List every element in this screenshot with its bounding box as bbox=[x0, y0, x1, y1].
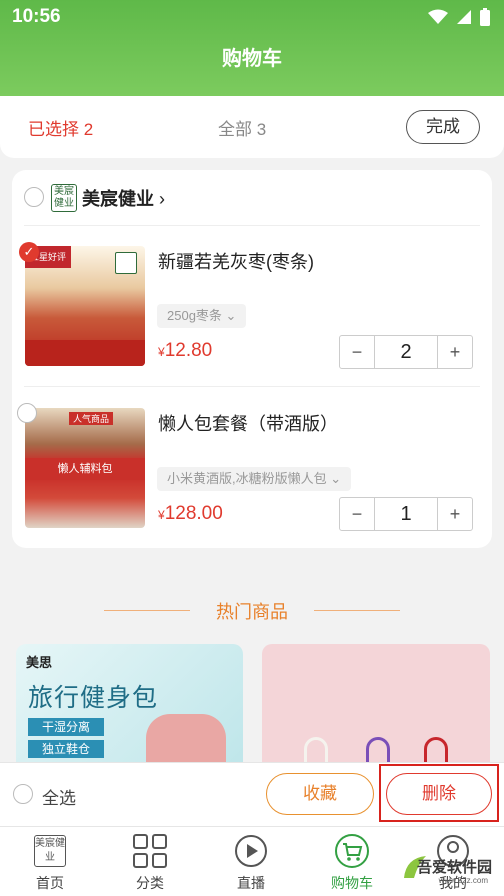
site-watermark: 吾爱软件园 www.52z.com bbox=[400, 838, 496, 888]
status-time: 10:56 bbox=[12, 6, 61, 27]
wifi-icon bbox=[428, 9, 448, 24]
store-name-link[interactable]: 美宸健业 › bbox=[82, 185, 165, 211]
chevron-down-icon: ⌄ bbox=[225, 308, 237, 323]
chevron-down-icon: ⌄ bbox=[330, 471, 342, 486]
increment-button[interactable]: + bbox=[438, 336, 472, 368]
select-all-radio[interactable] bbox=[13, 784, 33, 804]
store-logo-icon: 美宸健业 bbox=[51, 184, 77, 212]
tab-category[interactable]: 分类 bbox=[100, 827, 200, 896]
decrement-button[interactable]: − bbox=[340, 336, 374, 368]
divider bbox=[24, 225, 480, 226]
thumb-top-label: 人气商品 bbox=[69, 412, 114, 425]
store-name: 美宸健业 bbox=[82, 189, 154, 209]
highlight-frame bbox=[379, 764, 499, 822]
thumb-band: 懒人辅料包 bbox=[25, 458, 145, 480]
chevron-right-icon: › bbox=[159, 189, 166, 209]
divider bbox=[24, 386, 480, 387]
tab-home[interactable]: 美宸健业 首页 bbox=[0, 827, 100, 896]
quantity-value[interactable]: 2 bbox=[374, 336, 438, 368]
page-title: 购物车 bbox=[222, 48, 282, 70]
spec-label: 小米黄酒版,冰糖粉版懒人包 bbox=[167, 471, 327, 486]
thumb-footer bbox=[25, 340, 145, 366]
decrement-button[interactable]: − bbox=[340, 498, 374, 530]
bag-image bbox=[146, 714, 226, 762]
total-count: 全部 3 bbox=[218, 120, 267, 139]
lock-ring-image bbox=[366, 737, 390, 762]
price-value: 12.80 bbox=[164, 340, 213, 361]
item-checked-icon[interactable]: ✓ bbox=[19, 242, 39, 262]
product-price: ¥128.00 bbox=[158, 503, 223, 525]
promo-brand: 美思 bbox=[26, 655, 53, 670]
product-thumbnail[interactable]: 五星好评 bbox=[25, 246, 145, 366]
product-price: ¥12.80 bbox=[158, 340, 212, 362]
promo-tag: 独立鞋仓 bbox=[28, 740, 104, 758]
battery-icon bbox=[480, 8, 490, 26]
tab-label: 直播 bbox=[237, 875, 265, 891]
tab-label: 首页 bbox=[36, 875, 64, 891]
price-value: 128.00 bbox=[164, 503, 223, 524]
promo-tag: 干湿分离 bbox=[28, 718, 104, 736]
lock-ring-image bbox=[424, 737, 448, 762]
spec-selector[interactable]: 小米黄酒版,冰糖粉版懒人包 ⌄ bbox=[157, 467, 352, 491]
play-icon bbox=[235, 835, 267, 867]
item-select-radio[interactable] bbox=[17, 403, 37, 423]
tab-label: 分类 bbox=[136, 875, 164, 891]
status-icons bbox=[428, 8, 490, 26]
quantity-value[interactable]: 1 bbox=[374, 498, 438, 530]
spec-selector[interactable]: 250g枣条 ⌄ bbox=[157, 304, 247, 328]
currency-symbol: ¥ bbox=[158, 345, 165, 359]
done-button[interactable]: 完成 bbox=[406, 110, 480, 144]
tab-cart[interactable]: 购物车 bbox=[302, 827, 402, 896]
product-thumbnail[interactable]: 人气商品 懒人辅料包 bbox=[25, 408, 145, 528]
hot-divider-right bbox=[314, 610, 400, 611]
product-name[interactable]: 懒人包套餐（带酒版） bbox=[158, 410, 338, 436]
spec-label: 250g枣条 bbox=[167, 308, 222, 323]
home-logo-icon: 美宸健业 bbox=[34, 835, 66, 867]
grid-icon bbox=[133, 834, 167, 868]
currency-symbol: ¥ bbox=[158, 508, 165, 522]
hot-product-card[interactable] bbox=[262, 644, 490, 762]
favorite-button[interactable]: 收藏 bbox=[266, 773, 374, 815]
selection-bar: 已选择 2 全部 3 完成 bbox=[0, 96, 504, 158]
selected-count: 已选择 2 bbox=[28, 120, 94, 139]
hot-products-title: 热门商品 bbox=[216, 602, 288, 622]
signal-icon bbox=[457, 10, 471, 24]
quantity-stepper: − 1 + bbox=[339, 497, 473, 531]
watermark-url: www.52z.com bbox=[438, 876, 488, 885]
select-all-label[interactable]: 全选 bbox=[42, 784, 76, 809]
store-card: 美宸健业 美宸健业 › 五星好评 ✓ 新疆若羌灰枣(枣条) 250g枣条 ⌄ ¥… bbox=[12, 170, 492, 548]
quantity-stepper: − 2 + bbox=[339, 335, 473, 369]
watermark-text: 吾爱软件园 bbox=[416, 859, 492, 876]
promo-title: 旅行健身包 bbox=[28, 684, 159, 712]
store-select-radio[interactable] bbox=[24, 187, 44, 207]
status-bar: 10:56 bbox=[0, 0, 504, 34]
hot-product-card[interactable]: 美思 旅行健身包 干湿分离 独立鞋仓 bbox=[16, 644, 243, 762]
increment-button[interactable]: + bbox=[438, 498, 472, 530]
tab-label: 购物车 bbox=[331, 875, 373, 891]
brand-mark-icon bbox=[115, 252, 137, 274]
cart-icon bbox=[335, 834, 369, 868]
tab-live[interactable]: 直播 bbox=[201, 827, 301, 896]
product-name[interactable]: 新疆若羌灰枣(枣条) bbox=[158, 248, 314, 274]
app-header: 10:56 购物车 bbox=[0, 0, 504, 96]
lock-ring-image bbox=[304, 737, 328, 762]
